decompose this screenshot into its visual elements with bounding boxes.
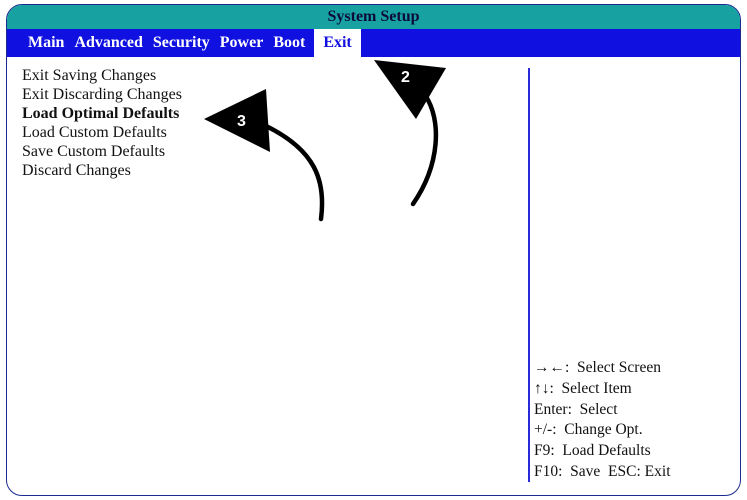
menu-bar: Main Advanced Security Power Boot Exit	[7, 29, 740, 57]
exit-options-list: Exit Saving Changes Exit Discarding Chan…	[22, 66, 182, 180]
option-load-optimal-defaults[interactable]: Load Optimal Defaults	[22, 104, 182, 123]
tab-power[interactable]: Power	[215, 29, 269, 57]
tab-boot[interactable]: Boot	[268, 29, 310, 57]
help-change-option: +/-: Change Opt.	[534, 421, 643, 439]
option-exit-saving-changes[interactable]: Exit Saving Changes	[22, 66, 182, 85]
help-save-exit: F10: Save ESC: Exit	[534, 462, 671, 480]
tab-main[interactable]: Main	[23, 29, 69, 57]
help-load-defaults: F9: Load Defaults	[534, 442, 651, 460]
option-load-custom-defaults[interactable]: Load Custom Defaults	[22, 123, 182, 142]
panel-divider	[528, 68, 530, 482]
key-help-panel: →←: Select Screen ↑↓: Select Item Enter:…	[534, 358, 671, 483]
option-save-custom-defaults[interactable]: Save Custom Defaults	[22, 142, 182, 161]
tab-advanced[interactable]: Advanced	[69, 29, 147, 57]
help-select-item: ↑↓: Select Item	[534, 379, 632, 397]
help-select-screen: →←: Select Screen	[534, 359, 661, 376]
window-title: System Setup	[7, 5, 740, 29]
tab-exit[interactable]: Exit	[314, 29, 361, 57]
tab-security[interactable]: Security	[148, 29, 215, 57]
option-discard-changes[interactable]: Discard Changes	[22, 161, 182, 180]
help-enter-select: Enter: Select	[534, 400, 618, 418]
option-exit-discarding-changes[interactable]: Exit Discarding Changes	[22, 85, 182, 104]
